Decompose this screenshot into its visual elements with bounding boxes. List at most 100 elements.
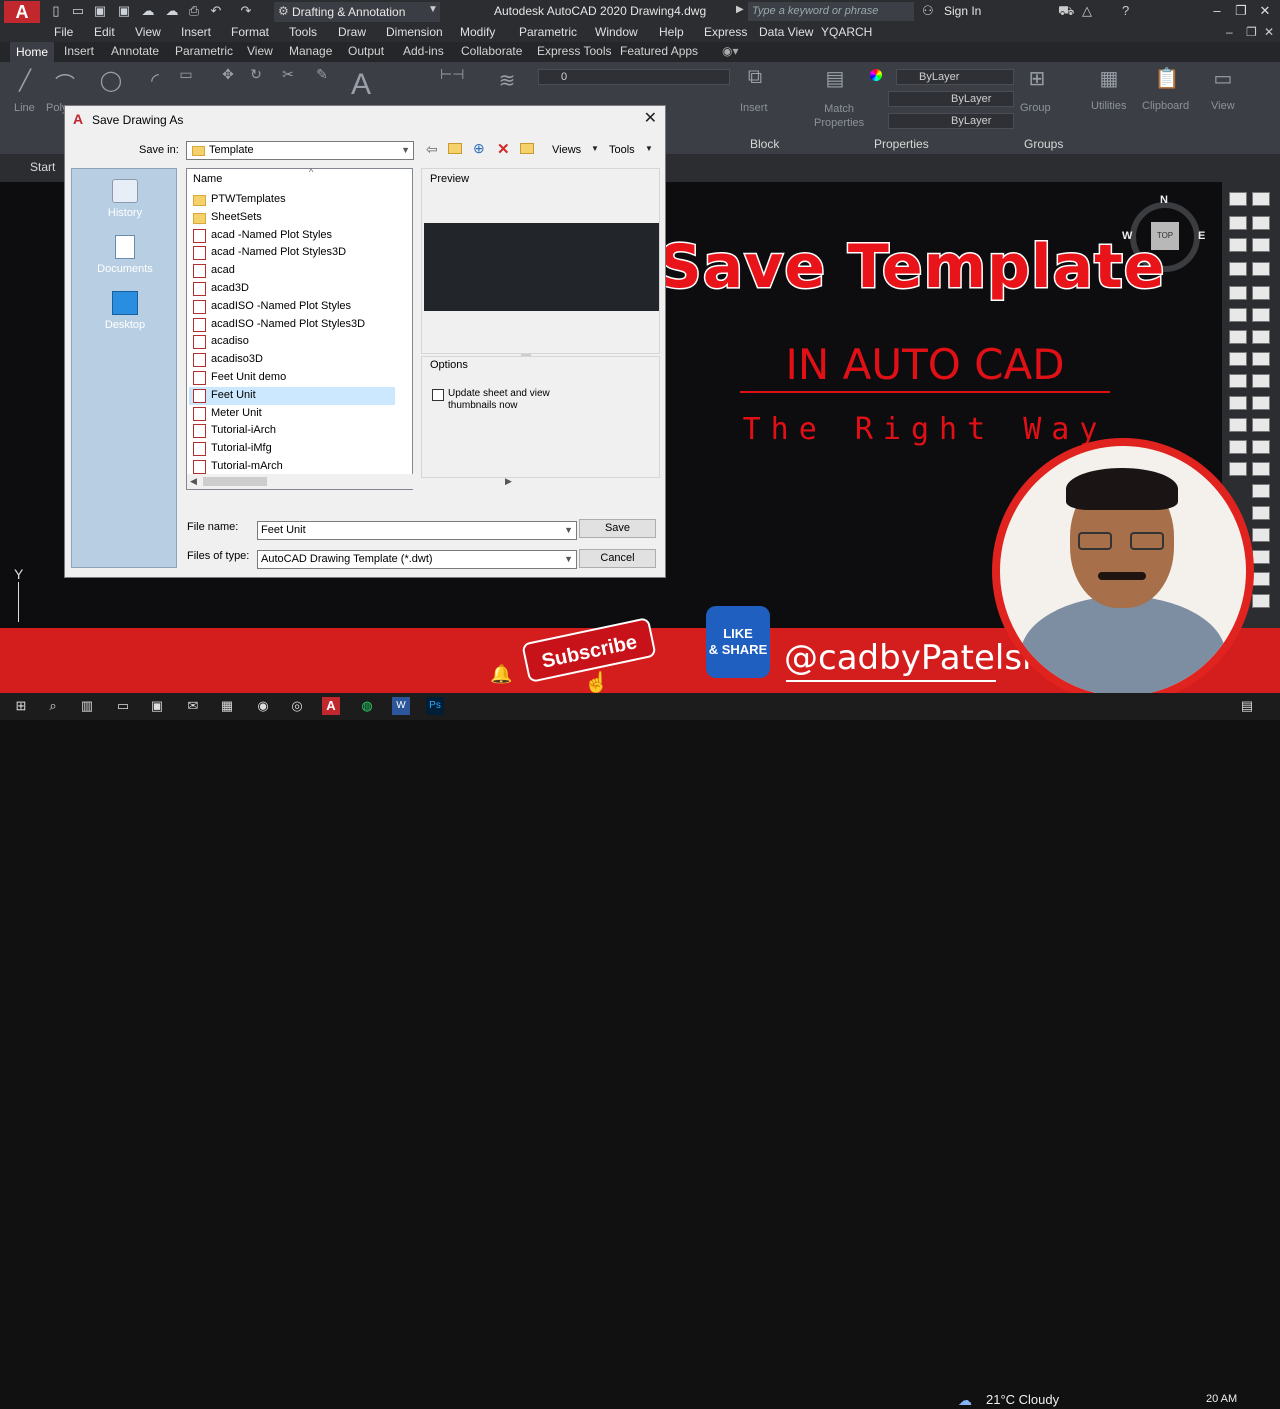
file-row[interactable]: Tutorial-iMfg bbox=[189, 440, 395, 458]
tab-collaborate[interactable]: Collaborate bbox=[461, 44, 522, 58]
tool-icon[interactable] bbox=[1252, 352, 1270, 366]
search-input[interactable]: Type a keyword or phrase bbox=[748, 2, 914, 21]
utilities-label[interactable]: Utilities bbox=[1091, 100, 1126, 112]
views-menu[interactable]: Views bbox=[552, 144, 581, 156]
mail-icon[interactable]: ✉ bbox=[184, 697, 202, 715]
autocad-logo-icon[interactable]: A bbox=[4, 1, 40, 23]
tool-icon[interactable] bbox=[1252, 506, 1270, 520]
plot-icon[interactable]: ⎙ bbox=[186, 3, 202, 19]
tool-icon[interactable] bbox=[1229, 286, 1247, 300]
like-share-badge[interactable]: LIKE & SHARE bbox=[706, 606, 770, 678]
word-icon[interactable]: W bbox=[392, 697, 410, 715]
tool-icon[interactable] bbox=[1252, 594, 1270, 608]
tool-icon[interactable] bbox=[1252, 462, 1270, 476]
search-icon[interactable]: ⌕ bbox=[44, 697, 62, 715]
tool-icon[interactable] bbox=[1229, 308, 1247, 322]
task-view-icon[interactable]: ▥ bbox=[78, 697, 96, 715]
linetype-dropdown[interactable]: ByLayer bbox=[888, 91, 1014, 107]
file-name-field[interactable]: Feet Unit ▼ bbox=[257, 521, 577, 540]
place-documents[interactable]: Documents bbox=[72, 235, 178, 275]
doc-restore-button[interactable]: ❐ bbox=[1246, 25, 1257, 39]
menu-parametric[interactable]: Parametric bbox=[519, 25, 577, 39]
file-row[interactable]: Tutorial-iArch bbox=[189, 422, 395, 440]
tool-icon[interactable] bbox=[1252, 484, 1270, 498]
cloud-open-icon[interactable]: ☁ bbox=[140, 3, 156, 19]
properties-panel-label[interactable]: Properties bbox=[874, 137, 929, 151]
menu-yqarch[interactable]: YQARCH bbox=[821, 25, 872, 39]
tab-view[interactable]: View bbox=[247, 44, 273, 58]
menu-window[interactable]: Window bbox=[595, 25, 638, 39]
notification-icon[interactable]: ▤ bbox=[1238, 697, 1256, 715]
store-icon[interactable]: ▣ bbox=[148, 697, 166, 715]
save-button[interactable]: Save bbox=[579, 519, 656, 538]
undo-icon[interactable]: ↶ bbox=[208, 3, 224, 19]
delete-icon[interactable]: ✕ bbox=[497, 140, 510, 158]
file-row[interactable]: acad -Named Plot Styles3D bbox=[189, 244, 395, 262]
menu-dimension[interactable]: Dimension bbox=[386, 25, 443, 39]
tab-insert[interactable]: Insert bbox=[64, 44, 94, 58]
menu-data-view[interactable]: Data View bbox=[759, 25, 813, 39]
color-wheel-icon[interactable] bbox=[870, 69, 882, 81]
trim-icon[interactable]: ✂ bbox=[278, 66, 298, 83]
autocad-taskbar-icon[interactable]: A bbox=[322, 697, 340, 715]
polyline-icon[interactable]: ⌒ bbox=[50, 68, 80, 97]
move-icon[interactable]: ✥ bbox=[218, 66, 238, 83]
file-row[interactable]: acadISO -Named Plot Styles3D bbox=[189, 316, 395, 334]
tab-express-tools[interactable]: Express Tools bbox=[537, 44, 611, 58]
save-icon[interactable]: ▣ bbox=[92, 3, 108, 19]
tool-icon[interactable] bbox=[1229, 462, 1247, 476]
view-label[interactable]: View bbox=[1211, 100, 1235, 112]
tab-parametric[interactable]: Parametric bbox=[175, 44, 233, 58]
scroll-thumb[interactable] bbox=[203, 477, 267, 486]
start-tab[interactable]: Start bbox=[30, 160, 55, 174]
file-row[interactable]: Feet Unit bbox=[189, 386, 395, 405]
new-folder-icon[interactable] bbox=[520, 143, 534, 154]
layer-dropdown[interactable]: 0 bbox=[538, 69, 730, 85]
doc-close-button[interactable]: ✕ bbox=[1264, 25, 1274, 39]
linear-dimension-icon[interactable]: ⊢⊣ bbox=[440, 66, 464, 83]
redo-icon[interactable]: ↷ bbox=[238, 3, 254, 19]
block-panel-label[interactable]: Block bbox=[750, 137, 779, 151]
menu-draw[interactable]: Draw bbox=[338, 25, 366, 39]
tool-icon[interactable] bbox=[1252, 374, 1270, 388]
layer-properties-icon[interactable]: ≋ bbox=[492, 68, 522, 93]
menu-format[interactable]: Format bbox=[231, 25, 269, 39]
tool-icon[interactable] bbox=[1229, 192, 1247, 206]
place-history[interactable]: History bbox=[72, 179, 178, 219]
tool-icon[interactable] bbox=[1252, 440, 1270, 454]
tool-icon[interactable] bbox=[1252, 418, 1270, 432]
file-row[interactable]: acadiso bbox=[189, 333, 395, 351]
tool-icon[interactable] bbox=[1229, 396, 1247, 410]
app-icon[interactable]: ◉ bbox=[254, 697, 272, 715]
a360-icon[interactable]: △ bbox=[1082, 3, 1092, 19]
groups-panel-label[interactable]: Groups bbox=[1024, 137, 1063, 151]
menu-express[interactable]: Express bbox=[704, 25, 747, 39]
circle-icon[interactable]: ◯ bbox=[96, 68, 126, 93]
tool-icon[interactable] bbox=[1229, 262, 1247, 276]
tool-icon[interactable] bbox=[1252, 216, 1270, 230]
dialog-close-button[interactable]: ✕ bbox=[644, 108, 657, 128]
group-icon[interactable]: ⊞ bbox=[1022, 66, 1052, 91]
tool-icon[interactable] bbox=[1252, 192, 1270, 206]
file-row[interactable]: Feet Unit demo bbox=[189, 369, 395, 387]
arc-icon[interactable]: ◜ bbox=[140, 68, 170, 93]
tool-icon[interactable] bbox=[1252, 572, 1270, 586]
text-icon[interactable]: A bbox=[346, 68, 376, 102]
file-row[interactable]: PTWTemplates bbox=[189, 191, 395, 209]
app-icon[interactable]: ▦ bbox=[218, 697, 236, 715]
sign-in-link[interactable]: Sign In bbox=[944, 4, 981, 18]
cart-icon[interactable]: ⛟ bbox=[1058, 3, 1074, 21]
tool-icon[interactable] bbox=[1229, 374, 1247, 388]
update-thumbnails-label[interactable]: Update sheet and view thumbnails now bbox=[448, 388, 550, 412]
help-icon[interactable]: ? bbox=[1122, 3, 1129, 18]
view-icon[interactable]: ▭ bbox=[1208, 66, 1238, 91]
file-row[interactable]: acad bbox=[189, 262, 395, 280]
insert-block-icon[interactable]: ⧉ bbox=[740, 66, 770, 89]
search-web-icon[interactable]: ⊕ bbox=[473, 140, 485, 157]
tab-annotate[interactable]: Annotate bbox=[111, 44, 159, 58]
line-icon[interactable]: ╱ bbox=[10, 68, 40, 93]
open-folder-icon[interactable]: ▭ bbox=[70, 3, 86, 19]
menu-tools[interactable]: Tools bbox=[289, 25, 317, 39]
doc-minimize-button[interactable]: – bbox=[1226, 25, 1233, 39]
tool-icon[interactable] bbox=[1229, 352, 1247, 366]
